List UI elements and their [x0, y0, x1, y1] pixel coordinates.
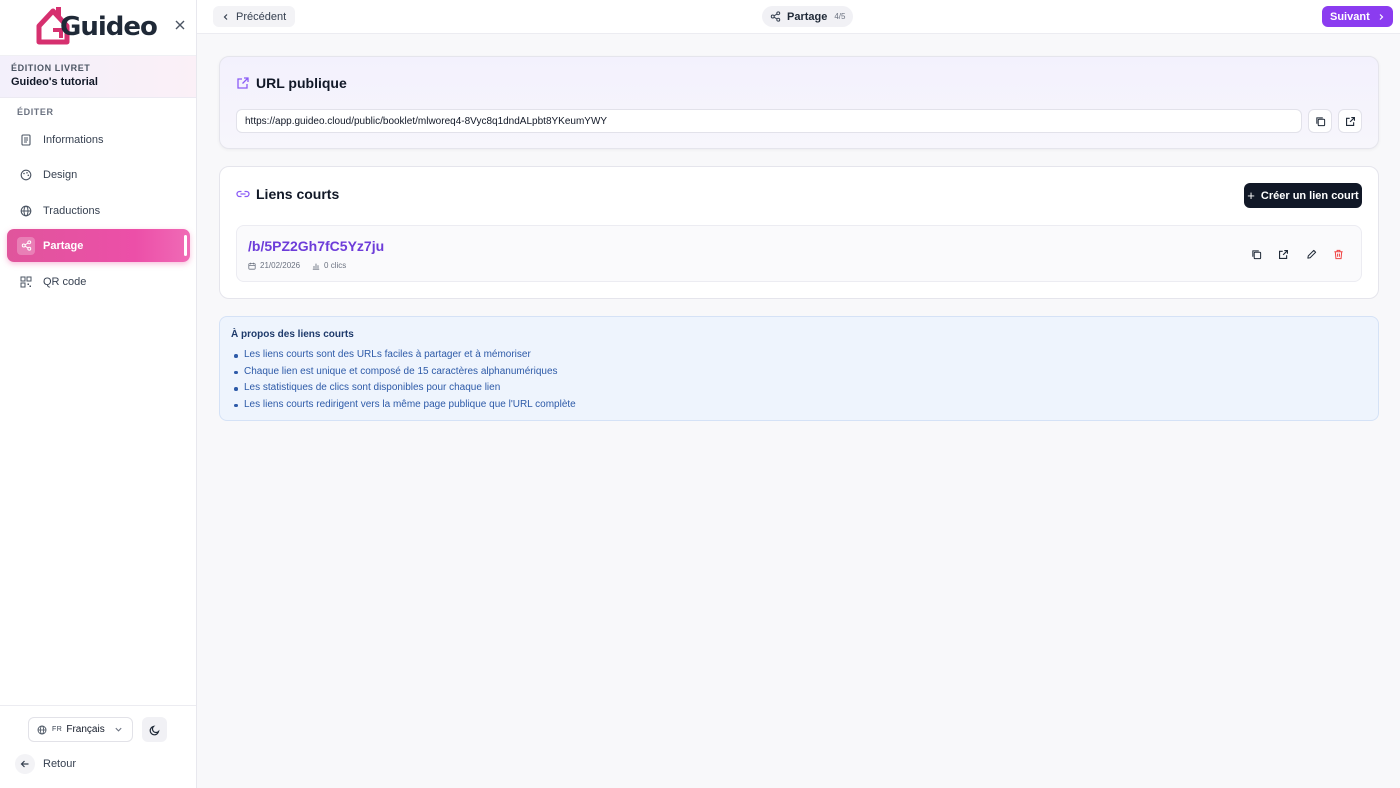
sidebar-item-label: Design [43, 168, 78, 181]
trash-icon [1333, 249, 1343, 259]
step-indicator: Partage 4/5 [762, 6, 854, 27]
globe-icon [19, 204, 33, 218]
public-url-card: URL publique https://app.guideo.cloud/pu… [219, 56, 1379, 149]
language-label: Français [66, 724, 105, 735]
back-label: Retour [43, 758, 77, 770]
short-links-title-text: Liens courts [256, 186, 340, 202]
copy-short-link-button[interactable] [1248, 246, 1264, 262]
plus-icon: + [1247, 188, 1255, 203]
sidebar-item-qr-code[interactable]: QR code [7, 265, 190, 298]
section-label: ÉDITER [17, 107, 54, 117]
step-count: 4/5 [834, 12, 846, 21]
top-bar: Précédent Partage 4/5 Suivant [197, 0, 1400, 34]
external-link-icon [237, 77, 249, 89]
calendar-icon [248, 262, 256, 270]
short-link-row: /b/5PZ2Gh7fC5Yz7ju 21/02/2026 0 clics [236, 225, 1362, 282]
create-short-link-button[interactable]: + Créer un lien court [1244, 183, 1362, 208]
public-url-title: URL publique [236, 75, 347, 91]
chevron-left-icon [223, 13, 228, 20]
moon-icon [149, 724, 160, 735]
back-button[interactable]: Retour [15, 754, 76, 774]
create-short-link-label: Créer un lien court [1260, 189, 1359, 202]
previous-button[interactable]: Précédent [213, 6, 296, 27]
short-link-meta: 21/02/2026 0 clics [248, 261, 358, 270]
share-icon [17, 236, 35, 255]
arrow-left-icon [15, 754, 35, 774]
sidebar-item-partage[interactable]: Partage [7, 229, 190, 262]
brand-name: Guideo [60, 12, 158, 42]
edit-short-link-button[interactable] [1303, 246, 1319, 262]
step-label: Partage [787, 10, 828, 23]
sidebar-footer: FR Français Retour [0, 705, 196, 788]
public-url-title-text: URL publique [256, 75, 347, 91]
short-link-clicks: 0 clics [312, 261, 346, 270]
sidebar-item-label: Traductions [43, 204, 101, 217]
language-code: FR [52, 726, 63, 733]
booklet-name: Guideo's tutorial [11, 76, 98, 88]
edition-label: ÉDITION LIVRET [11, 63, 91, 73]
sidebar-item-label: Informations [43, 133, 104, 146]
document-icon [19, 133, 33, 147]
open-short-link-button[interactable] [1275, 246, 1291, 262]
next-button[interactable]: Suivant [1322, 6, 1393, 27]
short-link-date: 21/02/2026 [248, 261, 300, 270]
list-item: Les liens courts sont des URLs faciles à… [231, 347, 1367, 364]
short-links-card: Liens courts + Créer un lien court /b/5P… [219, 166, 1379, 299]
palette-icon [19, 168, 33, 182]
close-sidebar-button[interactable] [172, 18, 188, 34]
short-links-title: Liens courts [236, 186, 339, 202]
sidebar-item-informations[interactable]: Informations [7, 123, 190, 156]
logo-row: Guideo [0, 0, 196, 56]
external-link-icon [1345, 116, 1355, 126]
about-list: Les liens courts sont des URLs faciles à… [231, 347, 1367, 413]
public-url-field[interactable]: https://app.guideo.cloud/public/booklet/… [236, 109, 1302, 133]
external-link-icon [1278, 249, 1288, 259]
copy-url-button[interactable] [1308, 109, 1332, 133]
edition-header: ÉDITION LIVRET Guideo's tutorial [0, 56, 196, 98]
globe-icon [37, 725, 47, 734]
list-item: Chaque lien est unique et composé de 15 … [231, 364, 1367, 381]
chevron-right-icon [1379, 13, 1384, 20]
about-title: À propos des liens courts [231, 329, 354, 340]
sidebar-item-label: QR code [43, 275, 87, 288]
copy-icon [1251, 249, 1261, 259]
sidebar-item-traductions[interactable]: Traductions [7, 194, 190, 227]
language-select[interactable]: FR Français [28, 717, 133, 742]
copy-icon [1315, 116, 1325, 126]
list-item: Les statistiques de clics sont disponibl… [231, 380, 1367, 397]
qr-code-icon [19, 275, 33, 289]
share-icon [770, 11, 781, 22]
delete-short-link-button[interactable] [1330, 246, 1346, 262]
bar-chart-icon [312, 263, 320, 270]
sidebar-item-label: Partage [43, 239, 84, 252]
list-item: Les liens courts redirigent vers la même… [231, 397, 1367, 414]
sidebar-item-design[interactable]: Design [7, 158, 190, 191]
next-label: Suivant [1330, 10, 1370, 23]
short-link-slug[interactable]: /b/5PZ2Gh7fC5Yz7ju [248, 238, 384, 254]
pencil-icon [1306, 249, 1316, 259]
dark-mode-toggle[interactable] [142, 717, 167, 742]
about-short-links-box: À propos des liens courts Les liens cour… [219, 316, 1379, 421]
open-url-button[interactable] [1338, 109, 1362, 133]
chevron-down-icon [115, 727, 122, 732]
short-link-clicks-text: 0 clics [324, 261, 347, 270]
link-icon [236, 190, 250, 198]
short-link-date-text: 21/02/2026 [260, 261, 301, 270]
previous-label: Précédent [236, 10, 287, 23]
sidebar: Guideo ÉDITION LIVRET Guideo's tutorial … [0, 0, 197, 788]
close-icon [175, 20, 185, 30]
